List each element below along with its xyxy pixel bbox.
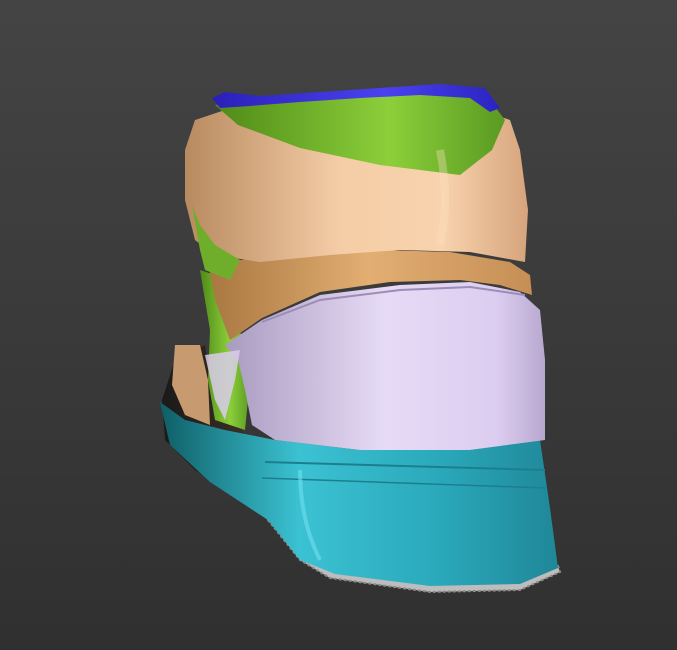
viewport-canvas [0,0,677,650]
3d-viewport[interactable] [0,0,677,650]
